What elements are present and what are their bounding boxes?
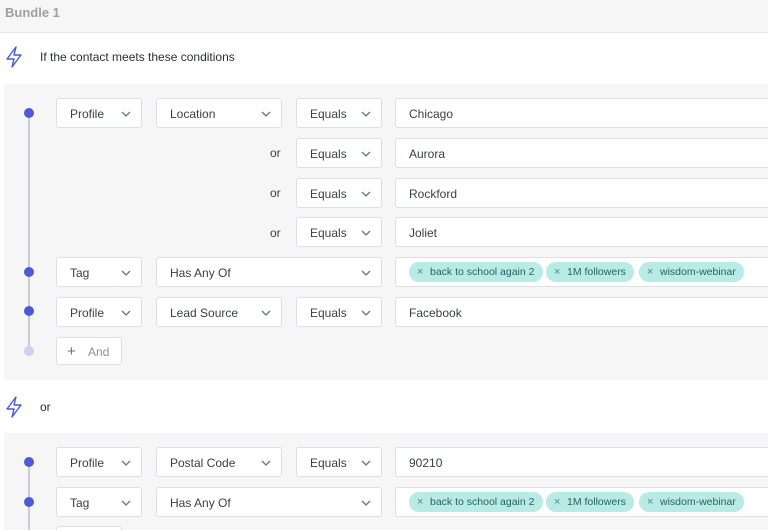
field-select[interactable]: Location — [156, 98, 282, 128]
value-input[interactable]: Joliet — [395, 217, 768, 247]
condition-dot — [24, 267, 34, 277]
operator-select[interactable]: Equals — [296, 297, 382, 327]
or-separator-label: or — [40, 400, 51, 414]
or-connector-label: or — [270, 146, 281, 160]
close-icon[interactable]: × — [554, 262, 560, 282]
group-2-connector-line — [28, 462, 30, 530]
tag-multiselect[interactable]: × back to school again 2 × 1M followers … — [395, 487, 768, 517]
condition-dot — [24, 306, 34, 316]
chevron-down-icon — [361, 230, 371, 236]
lightning-bolt-icon — [6, 46, 22, 68]
chevron-down-icon — [121, 500, 131, 506]
tag-chip: × 1M followers — [546, 492, 634, 512]
value-input[interactable]: Chicago — [395, 98, 768, 128]
operator-select[interactable]: Equals — [296, 217, 382, 247]
or-connector-label: or — [270, 226, 281, 240]
chevron-down-icon — [261, 310, 271, 316]
tag-chip: × wisdom-webinar — [639, 262, 744, 282]
value-input[interactable]: Rockford — [395, 178, 768, 208]
or-separator: or — [0, 392, 768, 422]
category-select[interactable]: Tag — [56, 487, 142, 517]
field-select[interactable]: Postal Code — [156, 447, 282, 477]
plus-icon: + — [67, 343, 76, 360]
chevron-down-icon — [361, 500, 371, 506]
field-select[interactable]: Has Any Of — [156, 487, 382, 517]
close-icon[interactable]: × — [554, 492, 560, 512]
field-select[interactable]: Has Any Of — [156, 257, 382, 287]
condition-dot — [24, 497, 34, 507]
category-select[interactable]: Tag — [56, 257, 142, 287]
chevron-down-icon — [361, 111, 371, 117]
close-icon[interactable]: × — [417, 262, 423, 282]
field-select[interactable]: Lead Source — [156, 297, 282, 327]
chevron-down-icon — [361, 310, 371, 316]
tag-chip: × wisdom-webinar — [639, 492, 744, 512]
chevron-down-icon — [121, 111, 131, 117]
group-1-connector-line — [28, 112, 30, 352]
chevron-down-icon — [121, 460, 131, 466]
chevron-down-icon — [261, 111, 271, 117]
tag-chip: × back to school again 2 — [409, 492, 543, 512]
condition-header: If the contact meets these conditions — [0, 42, 768, 72]
operator-select[interactable]: Equals — [296, 178, 382, 208]
condition-dot — [24, 457, 34, 467]
operator-select[interactable]: Equals — [296, 138, 382, 168]
tag-chip: × back to school again 2 — [409, 262, 543, 282]
operator-select[interactable]: Equals — [296, 98, 382, 128]
close-icon[interactable]: × — [417, 492, 423, 512]
condition-header-text: If the contact meets these conditions — [40, 50, 235, 64]
lightning-bolt-icon — [6, 396, 22, 418]
add-and-condition-button[interactable]: + And — [56, 337, 122, 365]
operator-select[interactable]: Equals — [296, 447, 382, 477]
value-input[interactable]: Facebook — [395, 297, 768, 327]
value-input[interactable]: Aurora — [395, 138, 768, 168]
value-input[interactable]: 90210 — [395, 447, 768, 477]
chevron-down-icon — [121, 270, 131, 276]
bundle-title: Bundle 1 — [5, 5, 60, 20]
add-and-condition-button[interactable] — [56, 526, 122, 530]
add-condition-dot — [24, 346, 34, 356]
condition-dot — [24, 108, 34, 118]
chevron-down-icon — [361, 460, 371, 466]
bundle-header: Bundle 1 — [0, 0, 768, 33]
tag-chip: × 1M followers — [546, 262, 634, 282]
or-connector-label: or — [270, 186, 281, 200]
chevron-down-icon — [361, 191, 371, 197]
chevron-down-icon — [361, 151, 371, 157]
chevron-down-icon — [121, 310, 131, 316]
close-icon[interactable]: × — [647, 262, 653, 282]
category-select[interactable]: Profile — [56, 447, 142, 477]
category-select[interactable]: Profile — [56, 297, 142, 327]
tag-multiselect[interactable]: × back to school again 2 × 1M followers … — [395, 257, 768, 287]
category-select[interactable]: Profile — [56, 98, 142, 128]
chevron-down-icon — [361, 270, 371, 276]
close-icon[interactable]: × — [647, 492, 653, 512]
chevron-down-icon — [261, 460, 271, 466]
